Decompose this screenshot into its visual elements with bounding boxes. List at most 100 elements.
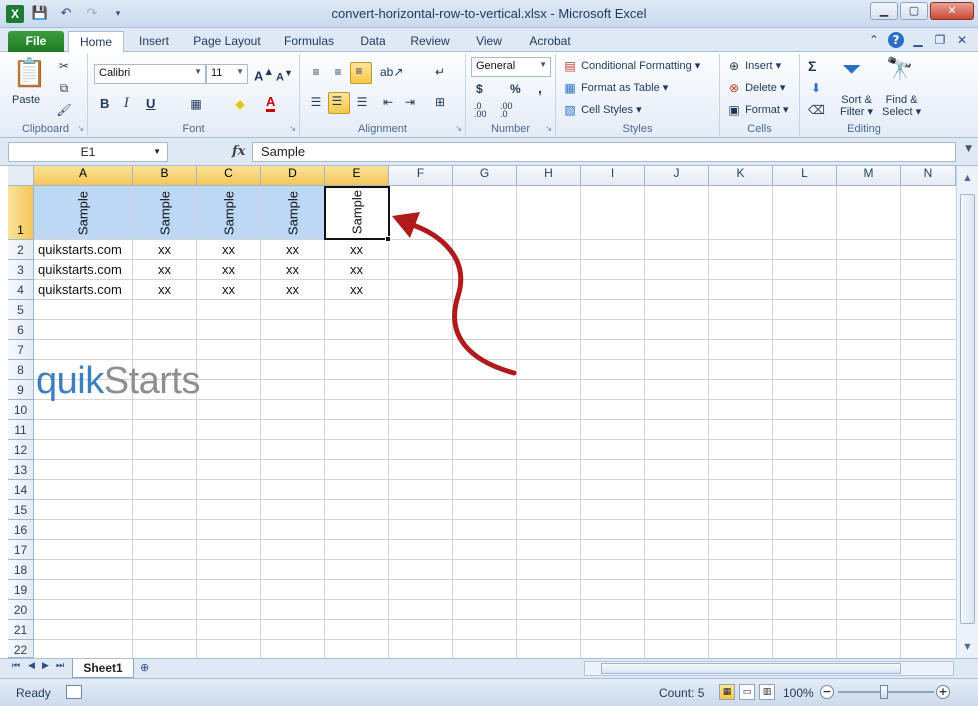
cell-b1[interactable]: Sample [133, 186, 196, 239]
copy-icon[interactable]: ⧉ [56, 80, 72, 96]
row-header-9[interactable]: 9 [8, 380, 34, 400]
delete-cells-button[interactable]: ⊗ Delete ▾ [726, 80, 785, 96]
clipboard-launcher-icon[interactable]: ↘ [77, 124, 84, 133]
collapse-ribbon-icon[interactable]: ⌃ [866, 32, 882, 48]
increase-indent-icon[interactable]: ⇥ [402, 94, 418, 110]
row-header-2[interactable]: 2 [8, 240, 34, 260]
zoom-level[interactable]: 100% [783, 686, 814, 700]
decrease-indent-icon[interactable]: ⇤ [380, 94, 396, 110]
column-header-g[interactable]: G [453, 166, 517, 186]
cell-c1[interactable]: Sample [197, 186, 260, 239]
cell-e1-active[interactable]: Sample [324, 186, 390, 240]
format-as-table-button[interactable]: ▦ Format as Table ▾ [562, 80, 668, 96]
italic-button[interactable]: I [124, 96, 129, 111]
row-header-18[interactable]: 18 [8, 560, 34, 580]
row-header-12[interactable]: 12 [8, 440, 34, 460]
horizontal-scrollbar[interactable] [584, 661, 954, 676]
row-header-10[interactable]: 10 [8, 400, 34, 420]
cell-styles-button[interactable]: ▧ Cell Styles ▾ [562, 102, 641, 118]
row-header-7[interactable]: 7 [8, 340, 34, 360]
column-header-k[interactable]: K [709, 166, 773, 186]
doc-minimize-icon[interactable]: ▁ [910, 32, 926, 48]
number-launcher-icon[interactable]: ↘ [545, 124, 552, 133]
insert-cells-button[interactable]: ⊕ Insert ▾ [726, 58, 781, 74]
zoom-slider-thumb[interactable] [880, 685, 888, 699]
autosum-button[interactable]: Σ [808, 58, 816, 74]
macro-record-icon[interactable] [66, 685, 82, 699]
orientation-icon[interactable]: ab↗ [380, 64, 403, 80]
sort-filter-icon[interactable]: ⏷ [842, 56, 861, 84]
cell-e3[interactable]: xx [350, 262, 363, 277]
cell-e4[interactable]: xx [350, 282, 363, 297]
row-header-22[interactable]: 22 [8, 640, 34, 658]
cell-d3[interactable]: xx [286, 262, 299, 277]
column-header-h[interactable]: H [517, 166, 581, 186]
row-header-5[interactable]: 5 [8, 300, 34, 320]
font-color-icon[interactable]: A [266, 94, 276, 112]
find-select-button[interactable]: Find & Select ▾ [882, 94, 921, 118]
insert-function-button[interactable]: fx [232, 144, 245, 159]
page-break-view-icon[interactable]: ▥ [759, 684, 775, 700]
row-header-21[interactable]: 21 [8, 620, 34, 640]
row-header-8[interactable]: 8 [8, 360, 34, 380]
middle-align-icon[interactable]: ≡ [330, 64, 346, 80]
last-sheet-icon[interactable]: ⏭ [56, 661, 64, 671]
normal-view-icon[interactable]: ▦ [719, 684, 735, 700]
column-header-i[interactable]: I [581, 166, 645, 186]
align-center-icon[interactable]: ☰ [328, 92, 350, 114]
row-header-16[interactable]: 16 [8, 520, 34, 540]
paste-button[interactable]: Paste [12, 94, 40, 106]
percent-button[interactable]: % [510, 82, 521, 96]
expand-formula-icon[interactable]: ▼ [965, 144, 972, 154]
scroll-down-icon[interactable]: ▼ [960, 639, 975, 654]
paste-icon[interactable]: 📋 [12, 56, 47, 96]
tab-page-layout[interactable]: Page Layout [188, 31, 266, 52]
font-name-combo[interactable]: Calibri ▼ [94, 64, 206, 84]
bold-button[interactable]: B [100, 96, 109, 111]
column-header-f[interactable]: F [389, 166, 453, 186]
cell-b2[interactable]: xx [158, 242, 171, 257]
cell-b4[interactable]: xx [158, 282, 171, 297]
help-icon[interactable]: ? [888, 32, 904, 48]
column-header-e[interactable]: E [325, 166, 389, 186]
fill-icon[interactable]: ⬇ [808, 80, 824, 96]
conditional-formatting-button[interactable]: ▤ Conditional Formatting ▾ [562, 58, 700, 74]
tab-data[interactable]: Data [354, 31, 392, 52]
column-header-j[interactable]: J [645, 166, 709, 186]
clear-icon[interactable]: ⌫ [808, 102, 825, 118]
tab-file[interactable]: File [8, 31, 64, 52]
zoom-out-icon[interactable]: − [820, 685, 834, 699]
font-size-combo[interactable]: 11 ▼ [206, 64, 248, 84]
fill-handle[interactable] [385, 236, 391, 242]
cell-a1[interactable]: Sample [34, 186, 132, 239]
number-format-combo[interactable]: General ▼ [471, 57, 551, 77]
column-header-m[interactable]: M [837, 166, 901, 186]
select-all-button[interactable] [8, 166, 34, 186]
scroll-up-icon[interactable]: ▲ [960, 170, 975, 185]
format-painter-icon[interactable]: 🖌 [56, 102, 72, 118]
alignment-launcher-icon[interactable]: ↘ [455, 124, 462, 133]
row-header-20[interactable]: 20 [8, 600, 34, 620]
borders-icon[interactable]: ▦ [188, 96, 204, 112]
insert-sheet-icon[interactable]: ⊕ [140, 661, 149, 674]
prev-sheet-icon[interactable]: ◀ [28, 661, 35, 671]
cell-e2[interactable]: xx [350, 242, 363, 257]
column-header-n[interactable]: N [901, 166, 956, 186]
column-header-d[interactable]: D [261, 166, 325, 186]
cut-icon[interactable]: ✂ [56, 58, 72, 74]
cell-d1[interactable]: Sample [261, 186, 324, 239]
find-select-icon[interactable]: 🔭 [886, 56, 913, 82]
tab-home[interactable]: Home [68, 31, 124, 52]
zoom-in-icon[interactable]: + [936, 685, 950, 699]
cell-d2[interactable]: xx [286, 242, 299, 257]
format-cells-button[interactable]: ▣ Format ▾ [726, 102, 788, 118]
sort-filter-button[interactable]: Sort & Filter ▾ [840, 94, 873, 118]
formula-input[interactable]: Sample [252, 142, 956, 162]
row-header-6[interactable]: 6 [8, 320, 34, 340]
bottom-align-icon[interactable]: ≡ [350, 62, 372, 84]
row-header-17[interactable]: 17 [8, 540, 34, 560]
row-header-11[interactable]: 11 [8, 420, 34, 440]
fill-color-icon[interactable]: ◆ [232, 96, 248, 112]
tab-insert[interactable]: Insert [132, 31, 176, 52]
tab-acrobat[interactable]: Acrobat [522, 31, 578, 52]
